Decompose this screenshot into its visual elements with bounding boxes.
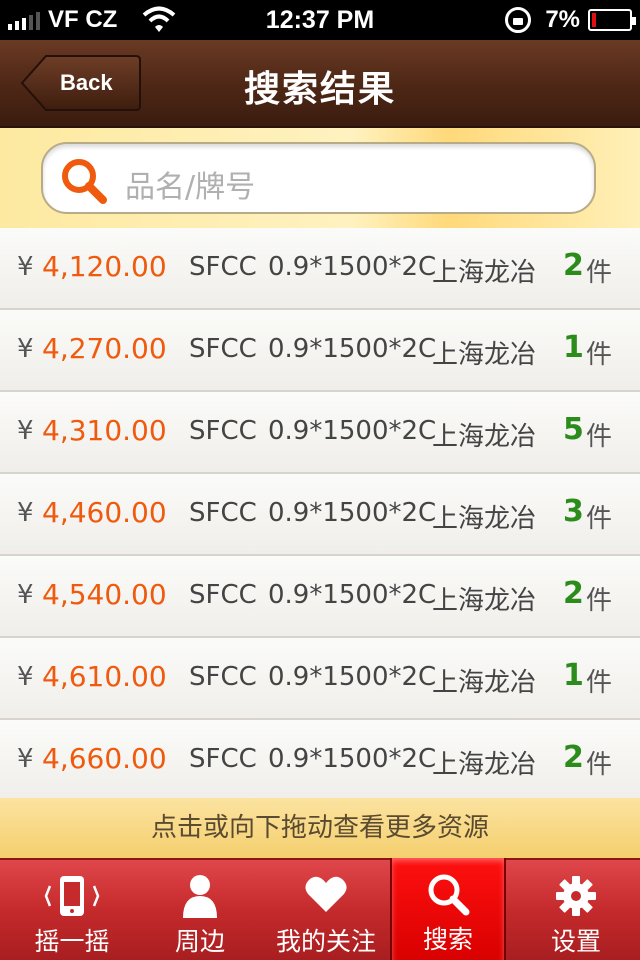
spec-label: 0.9*1500*2C	[268, 334, 437, 364]
brand-label: SFCC	[189, 416, 257, 446]
price-value: 4,120.00	[42, 250, 167, 283]
maker-label: 上海龙冶	[432, 504, 537, 534]
quantity-value: 5	[563, 412, 584, 447]
heart-icon	[305, 876, 347, 912]
load-more-hint[interactable]: 点击或向下拖动查看更多资源	[0, 798, 640, 858]
brand-label: SFCC	[189, 334, 257, 364]
currency-symbol: ¥	[17, 580, 34, 610]
price-value: 4,540.00	[42, 578, 167, 611]
tab-label: 搜索	[422, 925, 473, 954]
tab-label: 我的关注	[275, 927, 376, 956]
result-row[interactable]: ¥4,540.00 SFCC 0.9*1500*2C 上海龙冶 2 件	[0, 556, 640, 638]
quantity-value: 2	[563, 576, 584, 611]
search-input[interactable]: 品名/牌号	[41, 142, 596, 214]
rotation-lock-icon	[505, 7, 532, 33]
tab-favorites[interactable]: 我的关注	[262, 860, 390, 960]
currency-symbol: ¥	[17, 498, 34, 528]
brand-label: SFCC	[189, 744, 257, 774]
tab-search[interactable]: 搜索	[390, 858, 506, 960]
brand-label: SFCC	[189, 498, 257, 528]
results-list: ¥4,120.00 SFCC 0.9*1500*2C 上海龙冶 2 件 ¥4,270.00 S…	[0, 228, 640, 802]
tab-label: 摇一摇	[34, 927, 110, 956]
quantity-value: 2	[563, 740, 584, 775]
maker-label: 上海龙冶	[432, 668, 537, 698]
tab-nearby[interactable]: 周边	[136, 860, 264, 960]
unit-label: 件	[586, 668, 613, 698]
unit-label: 件	[586, 340, 613, 370]
unit-label: 件	[586, 586, 613, 616]
brand-label: SFCC	[189, 252, 257, 282]
currency-symbol: ¥	[17, 252, 34, 282]
result-row[interactable]: ¥4,610.00 SFCC 0.9*1500*2C 上海龙冶 1 件	[0, 638, 640, 720]
result-row[interactable]: ¥4,270.00 SFCC 0.9*1500*2C 上海龙冶 1 件	[0, 310, 640, 392]
search-icon	[428, 874, 470, 916]
currency-symbol: ¥	[17, 334, 34, 364]
tab-shake[interactable]: 摇一摇	[8, 860, 136, 960]
maker-label: 上海龙冶	[432, 750, 537, 780]
tab-bar: 摇一摇 周边 我的关注 搜索 设置	[0, 858, 640, 960]
price-value: 4,310.00	[42, 414, 167, 447]
phone-shake-icon	[44, 876, 100, 916]
currency-symbol: ¥	[17, 416, 34, 446]
unit-label: 件	[586, 258, 613, 288]
price-value: 4,660.00	[42, 742, 167, 775]
quantity-value: 1	[563, 330, 584, 365]
result-row[interactable]: ¥4,460.00 SFCC 0.9*1500*2C 上海龙冶 3 件	[0, 474, 640, 556]
status-bar: VF CZ 12:37 PM 7%	[0, 0, 640, 40]
brand-label: SFCC	[189, 580, 257, 610]
spec-label: 0.9*1500*2C	[268, 744, 437, 774]
battery-percent: 7%	[545, 6, 580, 33]
tab-settings[interactable]: 设置	[512, 860, 640, 960]
price-value: 4,460.00	[42, 496, 167, 529]
unit-label: 件	[586, 422, 613, 452]
gear-icon	[556, 876, 596, 916]
battery-icon	[588, 9, 636, 31]
maker-label: 上海龙冶	[432, 586, 537, 616]
nav-bar: Back 搜索结果	[0, 40, 640, 128]
status-right: 7%	[505, 6, 636, 34]
quantity-value: 2	[563, 248, 584, 283]
spec-label: 0.9*1500*2C	[268, 580, 437, 610]
spec-label: 0.9*1500*2C	[268, 498, 437, 528]
spec-label: 0.9*1500*2C	[268, 252, 437, 282]
brand-label: SFCC	[189, 662, 257, 692]
person-icon	[183, 875, 217, 918]
price-value: 4,610.00	[42, 660, 167, 693]
unit-label: 件	[586, 750, 613, 780]
maker-label: 上海龙冶	[432, 340, 537, 370]
page-title: 搜索结果	[243, 69, 396, 110]
quantity-value: 1	[563, 658, 584, 693]
search-placeholder: 品名/牌号	[125, 170, 256, 205]
quantity-value: 3	[563, 494, 584, 529]
result-row[interactable]: ¥4,660.00 SFCC 0.9*1500*2C 上海龙冶 2 件	[0, 720, 640, 802]
currency-symbol: ¥	[17, 744, 34, 774]
tab-label: 周边	[174, 927, 225, 956]
result-row[interactable]: ¥4,120.00 SFCC 0.9*1500*2C 上海龙冶 2 件	[0, 228, 640, 310]
search-icon	[62, 159, 107, 204]
search-area: 品名/牌号	[0, 128, 640, 228]
spec-label: 0.9*1500*2C	[268, 662, 437, 692]
spec-label: 0.9*1500*2C	[268, 416, 437, 446]
price-value: 4,270.00	[42, 332, 167, 365]
result-row[interactable]: ¥4,310.00 SFCC 0.9*1500*2C 上海龙冶 5 件	[0, 392, 640, 474]
maker-label: 上海龙冶	[432, 258, 537, 288]
tab-label: 设置	[550, 927, 601, 956]
maker-label: 上海龙冶	[432, 422, 537, 452]
currency-symbol: ¥	[17, 662, 34, 692]
unit-label: 件	[586, 504, 613, 534]
